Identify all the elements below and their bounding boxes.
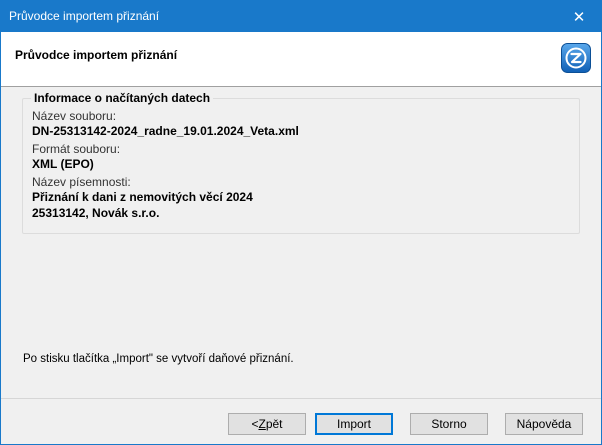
- cancel-button[interactable]: Storno: [410, 413, 488, 435]
- import-hint-text: Po stisku tlačítka „Import" se vytvoří d…: [23, 353, 294, 365]
- back-button[interactable]: < Zpět: [228, 413, 306, 435]
- back-button-rest: pět: [265, 417, 283, 431]
- help-button[interactable]: Nápověda: [505, 413, 583, 435]
- file-format-value: XML (EPO): [32, 157, 94, 171]
- button-bar: < Zpět Import Storno Nápověda: [1, 398, 601, 445]
- file-format-label: Formát souboru:: [32, 142, 121, 156]
- close-icon: ✕: [572, 8, 586, 26]
- import-wizard-window: Průvodce importem přiznání ✕ Průvodce im…: [0, 0, 602, 445]
- import-button[interactable]: Import: [315, 413, 393, 435]
- file-name-label: Název souboru:: [32, 109, 117, 123]
- info-groupbox-legend: Informace o načítaných datech: [31, 91, 214, 105]
- window-title: Průvodce importem přiznání: [9, 9, 160, 23]
- file-name-value: DN-25313142-2024_radne_19.01.2024_Veta.x…: [32, 124, 299, 138]
- title-bar[interactable]: Průvodce importem přiznání ✕: [1, 1, 601, 32]
- back-button-hotkey: Z: [258, 417, 266, 431]
- info-groupbox: Informace o načítaných datech Název soub…: [22, 91, 580, 234]
- company-value: 25313142, Novák s.r.o.: [32, 206, 160, 220]
- back-button-prefix: <: [251, 417, 259, 431]
- wizard-logo-icon: [561, 43, 591, 73]
- close-button[interactable]: ✕: [557, 1, 601, 32]
- document-name-value: Přiznání k dani z nemovitých věcí 2024: [32, 190, 253, 204]
- wizard-header: Průvodce importem přiznání: [1, 32, 601, 87]
- wizard-header-title: Průvodce importem přiznání: [15, 48, 178, 62]
- document-name-label: Název písemnosti:: [32, 175, 131, 189]
